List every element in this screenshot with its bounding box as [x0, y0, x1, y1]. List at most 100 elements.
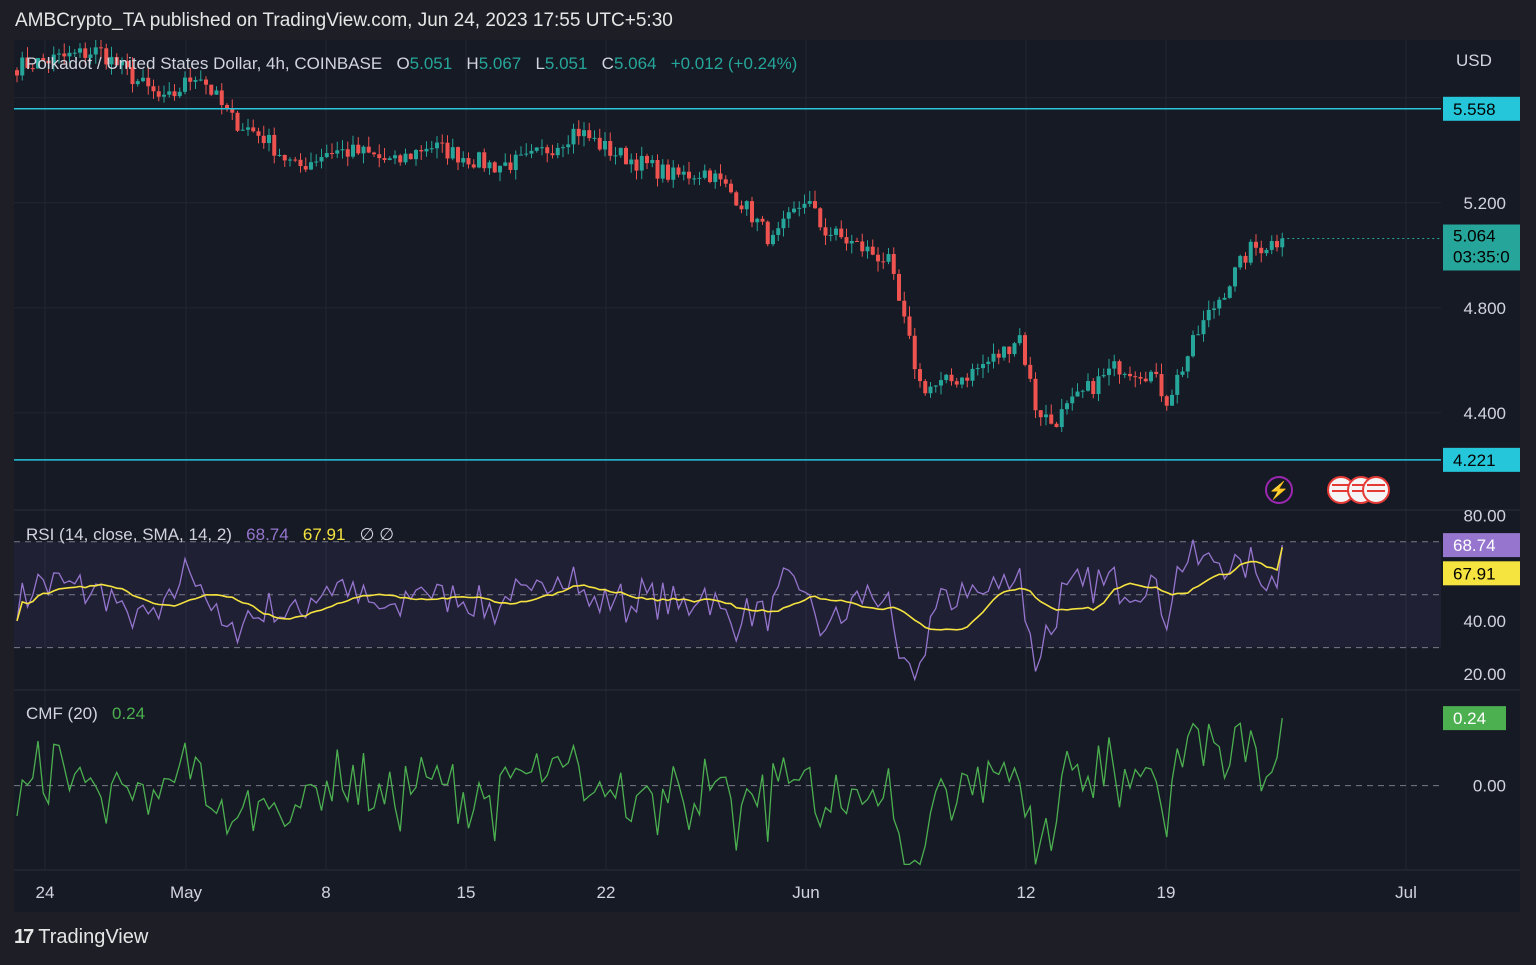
candle-body [666, 164, 670, 180]
cmf-value: 0.24 [111, 704, 146, 723]
candle-body [1149, 371, 1153, 382]
candle-body [508, 162, 513, 170]
candle-body [807, 201, 812, 204]
candle-body [288, 159, 292, 161]
high-label: H [466, 54, 479, 73]
price-tick-0: 5.200 [1463, 194, 1506, 213]
candle-body [1038, 410, 1043, 418]
candle-body [1154, 371, 1159, 374]
lightning-glyph: ⚡ [1268, 480, 1289, 501]
candle-body [471, 164, 476, 168]
candle-body [1185, 356, 1190, 372]
candle-body [503, 162, 508, 166]
candle-body [345, 149, 350, 157]
candle-body [498, 165, 502, 173]
candle-body [629, 159, 634, 165]
candle-body [886, 253, 891, 262]
candle-body [1122, 373, 1127, 375]
candle-body [613, 155, 618, 157]
candle-body [965, 377, 970, 381]
candle-body [723, 179, 728, 184]
candle-body [687, 171, 691, 179]
candle-body [251, 127, 256, 132]
candle-body [172, 91, 177, 97]
candle-body [828, 234, 833, 236]
candle-body [492, 162, 497, 173]
candle-body [162, 94, 166, 97]
candle-body [912, 335, 917, 370]
candle-body [933, 385, 938, 387]
candle-body [692, 178, 697, 180]
chart-area[interactable]: 5.558 4.221 5.200 4.800 4.400 5.064 03:35:0 ⚡ 80… [14, 40, 1520, 912]
candle-body [765, 221, 770, 245]
candle-body [1196, 334, 1201, 336]
rsi-tick-2: 20.00 [1463, 665, 1506, 684]
price-tick-2: 4.400 [1463, 404, 1506, 423]
candle-body [20, 57, 25, 76]
flag-stripe-0 [1332, 484, 1350, 486]
candle-body [382, 158, 387, 160]
candle-body [576, 128, 581, 137]
candle-body [1259, 247, 1264, 254]
candle-body [960, 377, 964, 385]
candle-body [272, 134, 277, 156]
candle-body [135, 81, 140, 85]
time-tick-1: May [170, 883, 203, 902]
time-tick-8: Jul [1395, 883, 1417, 902]
candle-body [372, 152, 376, 155]
candle-body [450, 147, 455, 159]
candle-body [235, 112, 240, 131]
candle-body [597, 137, 602, 150]
close-label: C [601, 54, 614, 73]
candle-body [1233, 267, 1237, 287]
chart-svg[interactable]: 5.5584.2215.2004.8004.4005.06403:35:0⚡80… [14, 40, 1520, 912]
price-tick-1: 4.800 [1463, 299, 1506, 318]
candle-body [939, 380, 943, 386]
candle-body [975, 368, 980, 370]
candle-body [419, 150, 424, 152]
candle-body [1112, 361, 1117, 369]
candle-body [907, 316, 912, 336]
candle-body [582, 130, 586, 137]
candle-body [230, 109, 235, 113]
candle-body [823, 227, 828, 236]
candle-body [529, 150, 534, 154]
candle-body [750, 201, 754, 223]
currency-label: USD [1456, 51, 1492, 70]
last-price-tag: 5.064 [1453, 227, 1496, 246]
low-label: L [535, 54, 545, 73]
rsi-extra: ∅ ∅ [359, 525, 395, 544]
candle-body [639, 155, 644, 171]
time-tick-4: 22 [597, 883, 616, 902]
time-tick-7: 19 [1157, 883, 1176, 902]
publisher-line: AMBCrypto_TA published on TradingView.co… [15, 10, 673, 31]
candle-body [303, 166, 308, 170]
tradingview-logo[interactable]: 17 TradingView [14, 926, 148, 949]
candle-body [1212, 308, 1216, 310]
close-value: 5.064 [613, 54, 657, 73]
candle-body [1133, 376, 1138, 378]
candle-body [786, 212, 791, 219]
candle-body [855, 241, 859, 243]
flag-stripe-b-2 [1367, 490, 1385, 492]
candle-body [739, 205, 744, 210]
candle-body [1107, 368, 1111, 376]
candle-body [550, 153, 555, 156]
candle-body [293, 159, 298, 161]
candle-body [1033, 378, 1038, 411]
candle-body [755, 218, 760, 223]
candle-body [445, 142, 450, 159]
candle-body [324, 153, 329, 158]
candle-body [377, 154, 382, 159]
rsi-value: 68.74 [246, 525, 289, 544]
candle-body [267, 134, 271, 144]
cmf-label: CMF (20) [26, 704, 98, 723]
rsi-tag: 68.74 [1453, 536, 1496, 555]
candle-body [366, 146, 371, 153]
candle-body [99, 47, 103, 49]
candle-body [214, 90, 219, 95]
price-legend: Polkadot / United States Dollar, 4h, COI… [26, 54, 797, 74]
candle-body [408, 153, 413, 160]
candle-body [603, 140, 607, 150]
candle-body [188, 77, 193, 82]
